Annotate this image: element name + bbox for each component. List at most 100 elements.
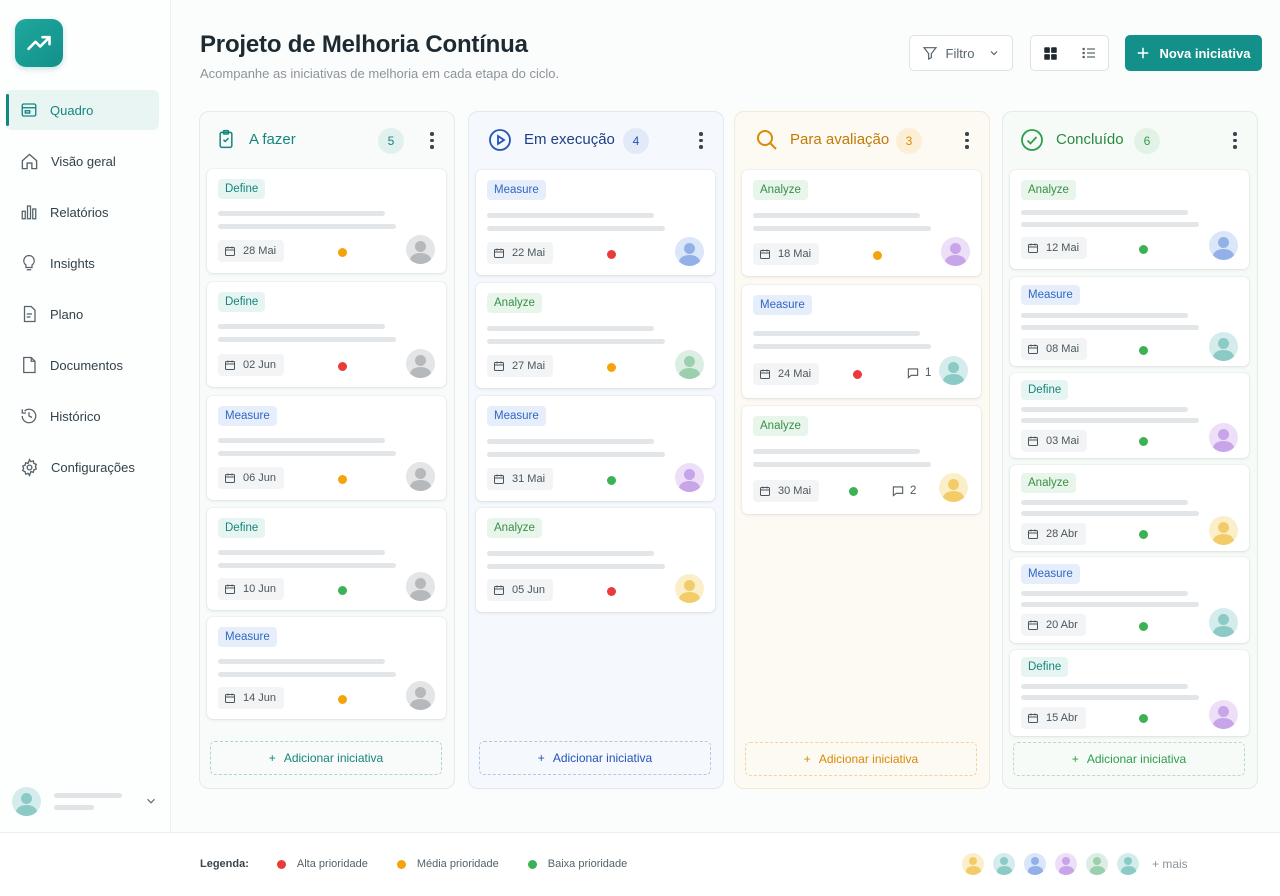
page-subtitle: Acompanhe as iniciativas de melhoria em …	[200, 66, 560, 81]
initiative-card[interactable]: Measure 31 Mai	[476, 396, 715, 501]
list-icon	[1082, 47, 1095, 59]
column-menu-button[interactable]	[699, 132, 703, 149]
due-date-text: 31 Mai	[512, 473, 546, 485]
app-logo[interactable]	[15, 19, 63, 67]
sidebar-item-quadro[interactable]: Quadro	[6, 90, 159, 130]
initiative-card[interactable]: Analyze 05 Jun	[476, 508, 715, 612]
initiative-card[interactable]: Analyze 27 Mai	[476, 283, 715, 388]
priority-dot	[527, 859, 537, 869]
sidebar-item-insights[interactable]: Insights	[6, 243, 159, 283]
trending-up-icon	[27, 35, 51, 51]
calendar-icon	[225, 473, 235, 483]
initiative-card[interactable]: Define 10 Jun	[207, 508, 446, 610]
initiative-card[interactable]: Measure 08 Mai	[1010, 277, 1249, 366]
initiative-card[interactable]: Measure 20 Abr	[1010, 557, 1249, 643]
initiative-card[interactable]: Define 15 Abr	[1010, 650, 1249, 736]
sidebar-item-plano[interactable]: Plano	[6, 294, 159, 334]
placeholder-line	[753, 213, 920, 218]
avatar	[1024, 853, 1046, 875]
calendar-icon	[760, 249, 770, 259]
add-initiative-button[interactable]: + Adicionar iniciativa	[210, 741, 442, 775]
column-menu-button[interactable]	[430, 132, 434, 149]
plus-icon: +	[1071, 752, 1079, 766]
column-count: 3	[896, 128, 922, 154]
initiative-card[interactable]: Define 28 Mai	[207, 169, 446, 273]
due-date-text: 18 Mai	[778, 248, 812, 260]
column-header: Para avaliação 3	[735, 112, 989, 168]
comment-count[interactable]: 1	[906, 366, 931, 380]
initiative-card[interactable]: Measure 24 Mai 1	[742, 285, 981, 398]
due-date: 31 Mai	[487, 468, 554, 490]
due-date: 05 Jun	[487, 579, 554, 601]
initiative-card[interactable]: Analyze 18 Mai	[742, 170, 981, 276]
calendar-icon	[225, 693, 235, 703]
sidebar-item-configuracoes[interactable]: Configurações	[6, 447, 159, 487]
due-date: 18 Mai	[753, 243, 820, 265]
more-members-label[interactable]: + mais	[1152, 857, 1188, 871]
initiative-card[interactable]: Measure 06 Jun	[207, 396, 446, 500]
plus-icon: +	[537, 751, 545, 765]
phase-tag: Define	[218, 518, 266, 538]
placeholder-line	[487, 564, 665, 569]
phase-tag: Analyze	[753, 416, 808, 436]
placeholder-line	[1021, 210, 1188, 215]
avatar	[406, 572, 435, 601]
placeholder-line	[218, 659, 385, 664]
comment-count-text: 2	[910, 485, 917, 497]
avatar	[675, 463, 704, 492]
footer: Legenda: Alta prioridade Média prioridad…	[0, 832, 1280, 896]
calendar-icon	[760, 369, 770, 379]
user-menu[interactable]	[12, 786, 162, 816]
placeholder-line	[1021, 511, 1199, 516]
check-circle-icon	[1021, 129, 1043, 151]
initiative-card[interactable]: Define 02 Jun	[207, 282, 446, 387]
due-date-text: 12 Mai	[1046, 242, 1080, 254]
placeholder-line	[487, 339, 665, 344]
placeholder-line	[487, 213, 654, 218]
initiative-card[interactable]: Measure 22 Mai	[476, 170, 715, 275]
column-done: Concluído 6 Analyze 12 Mai Measure 08 Ma…	[1002, 111, 1258, 789]
phase-tag: Measure	[753, 295, 812, 315]
calendar-icon	[1028, 620, 1038, 630]
add-initiative-button[interactable]: + Adicionar iniciativa	[1013, 742, 1245, 776]
avatar	[675, 350, 704, 379]
file-icon	[23, 356, 36, 374]
column-menu-button[interactable]	[1233, 132, 1237, 149]
new-initiative-button[interactable]: Nova iniciativa	[1125, 35, 1262, 71]
filter-button[interactable]: Filtro	[909, 35, 1013, 71]
plus-icon: +	[268, 751, 276, 765]
list-view-button[interactable]	[1070, 36, 1109, 70]
add-initiative-button[interactable]: + Adicionar iniciativa	[479, 741, 711, 775]
sidebar-item-historico[interactable]: Histórico	[6, 396, 159, 436]
avatar	[1055, 853, 1077, 875]
user-placeholder	[54, 792, 122, 810]
sidebar-item-documentos[interactable]: Documentos	[6, 345, 159, 385]
placeholder-line	[218, 672, 396, 677]
team-members[interactable]: + mais	[962, 853, 1188, 875]
sidebar-item-visao-geral[interactable]: Visão geral	[6, 141, 159, 181]
priority-dot	[607, 587, 616, 596]
chevron-down-icon[interactable]	[144, 794, 158, 808]
initiative-card[interactable]: Define 03 Mai	[1010, 373, 1249, 458]
avatar	[406, 462, 435, 491]
lightbulb-icon	[23, 254, 35, 271]
placeholder-line	[1021, 500, 1188, 505]
comment-count[interactable]: 2	[891, 484, 916, 498]
initiative-card[interactable]: Analyze 12 Mai	[1010, 170, 1249, 269]
sidebar-nav: Quadro Visão geral Relatórios Insights P…	[0, 90, 171, 498]
sidebar-item-relatorios[interactable]: Relatórios	[6, 192, 159, 232]
initiative-card[interactable]: Analyze 30 Mai 2	[742, 406, 981, 514]
column-header: Em execução 4	[469, 112, 723, 168]
sidebar: Quadro Visão geral Relatórios Insights P…	[0, 0, 171, 832]
phase-tag: Analyze	[487, 293, 542, 313]
add-initiative-button[interactable]: + Adicionar iniciativa	[745, 742, 977, 776]
placeholder-line	[487, 326, 654, 331]
phase-tag: Analyze	[487, 518, 542, 538]
avatar	[993, 853, 1015, 875]
initiative-card[interactable]: Measure 14 Jun	[207, 617, 446, 719]
initiative-card[interactable]: Analyze 28 Abr	[1010, 465, 1249, 551]
grid-view-button[interactable]	[1031, 36, 1070, 70]
priority-dot	[849, 487, 858, 496]
phase-tag: Measure	[487, 180, 546, 200]
column-menu-button[interactable]	[965, 132, 969, 149]
